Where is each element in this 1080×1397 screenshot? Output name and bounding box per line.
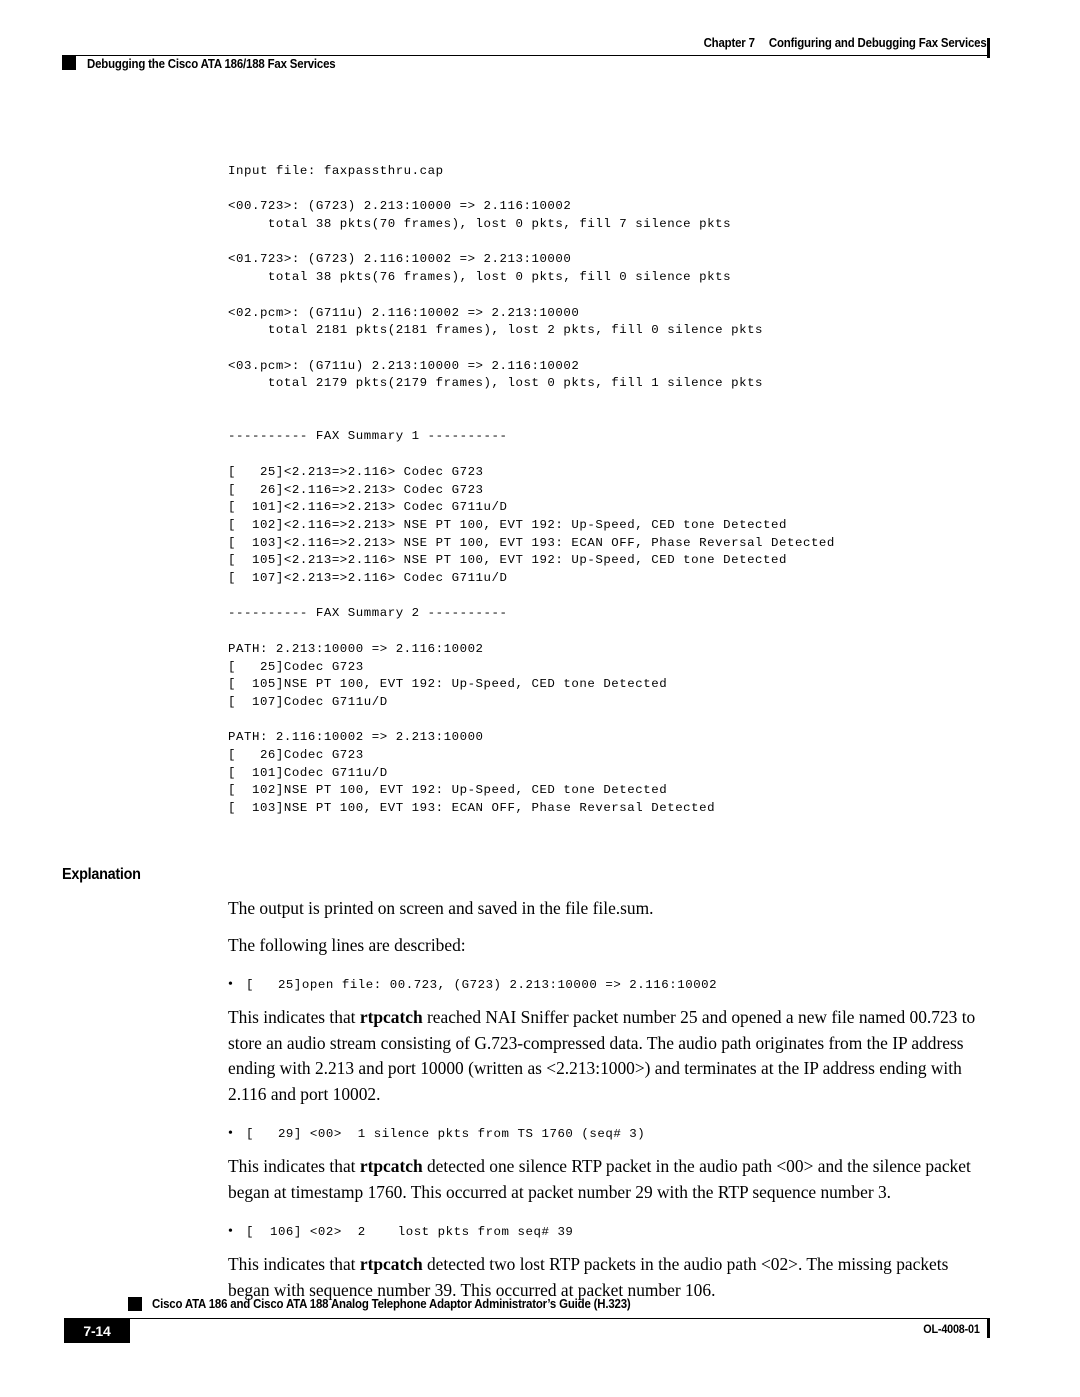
header-chapter-number: Chapter 7 — [704, 35, 756, 50]
header-right-tick — [987, 38, 990, 58]
code-line: [ 107]Codec G711u/D — [228, 694, 388, 709]
code-line: PATH: 2.116:10002 => 2.213:10000 — [228, 730, 484, 745]
explanation-bullet-item: • [ 106] <02> 2 lost pkts from seq# 39 — [228, 1219, 993, 1242]
footer-right-tick — [987, 1318, 990, 1338]
explanation-bullet-code: [ 29] <00> 1 silence pkts from TS 1760 (… — [246, 1127, 646, 1141]
page-footer: Cisco ATA 186 and Cisco ATA 188 Analog T… — [0, 1296, 1080, 1376]
code-line: ---------- FAX Summary 1 ---------- — [228, 429, 508, 444]
code-line: [ 101]Codec G711u/D — [228, 765, 388, 780]
code-line: [ 26]<2.116=>2.213> Codec G723 — [228, 482, 484, 497]
paragraph-text-pre: This indicates that — [228, 1007, 360, 1027]
code-line: total 2179 pkts(2179 frames), lost 0 pkt… — [228, 376, 764, 391]
footer-document-title: Cisco ATA 186 and Cisco ATA 188 Analog T… — [152, 1296, 631, 1311]
code-line: [ 103]NSE PT 100, EVT 193: ECAN OFF, Pha… — [228, 801, 716, 816]
explanation-paragraph: This indicates that rtpcatch reached NAI… — [228, 1005, 993, 1107]
code-line: [ 107]<2.213=>2.116> Codec G711u/D — [228, 571, 508, 586]
bullet-dot-icon: • — [228, 977, 233, 992]
header-running-title: Debugging the Cisco ATA 186/188 Fax Serv… — [87, 56, 336, 71]
explanation-bullet-item: • [ 29] <00> 1 silence pkts from TS 1760 … — [228, 1121, 993, 1144]
page-header: Chapter 7 Configuring and Debugging Fax S… — [0, 0, 1080, 90]
code-line: PATH: 2.213:10000 => 2.116:10002 — [228, 641, 484, 656]
code-line: <02.pcm>: (G711u) 2.116:10002 => 2.213:1… — [228, 305, 580, 320]
code-line: total 38 pkts(70 frames), lost 0 pkts, f… — [228, 217, 732, 232]
code-line: total 2181 pkts(2181 frames), lost 2 pkt… — [228, 323, 764, 338]
code-line: ---------- FAX Summary 2 ---------- — [228, 606, 508, 621]
footer-document-number: OL-4008-01 — [923, 1322, 981, 1336]
code-line: Input file: faxpassthru.cap — [228, 164, 444, 178]
code-output-block: Input file: faxpassthru.cap <00.723>: (G7… — [228, 163, 835, 818]
explanation-body: The output is printed on screen and save… — [228, 896, 993, 1313]
code-line: <00.723>: (G723) 2.213:10000 => 2.116:10… — [228, 199, 572, 214]
code-line: [ 101]<2.116=>2.213> Codec G711u/D — [228, 500, 508, 515]
explanation-intro-line-1: The output is printed on screen and save… — [228, 898, 654, 918]
footer-square-marker-icon — [128, 1297, 142, 1311]
explanation-item-list: • [ 25]open file: 00.723, (G723) 2.213:10… — [228, 972, 993, 1303]
paragraph-bold-term: rtpcatch — [359, 1156, 423, 1176]
header-chapter-line: Chapter 7 Configuring and Debugging Fax S… — [704, 35, 987, 50]
code-line: <03.pcm>: (G711u) 2.213:10000 => 2.116:1… — [228, 358, 580, 373]
code-line: [ 25]Codec G723 — [228, 659, 364, 674]
bullet-dot-icon: • — [228, 1126, 233, 1141]
explanation-bullet-item: • [ 25]open file: 00.723, (G723) 2.213:10… — [228, 972, 993, 995]
footer-page-number: 7-14 — [83, 1323, 111, 1339]
code-line: [ 25]<2.213=>2.116> Codec G723 — [228, 464, 484, 479]
code-line: <01.723>: (G723) 2.116:10002 => 2.213:10… — [228, 252, 572, 267]
bullet-dot-icon: • — [228, 1224, 233, 1239]
paragraph-bold-term: rtpcatch — [359, 1254, 423, 1274]
section-heading-explanation: Explanation — [62, 866, 141, 883]
explanation-paragraph: This indicates that rtpcatch detected on… — [228, 1154, 993, 1205]
code-line: [ 102]NSE PT 100, EVT 192: Up-Speed, CED… — [228, 783, 668, 798]
footer-rule — [92, 1318, 988, 1319]
explanation-bullet-code: [ 106] <02> 2 lost pkts from seq# 39 — [246, 1225, 574, 1239]
explanation-bullet-code: [ 25]open file: 00.723, (G723) 2.213:100… — [246, 978, 718, 992]
code-line: [ 105]NSE PT 100, EVT 192: Up-Speed, CED… — [228, 677, 668, 692]
explanation-intro-line-2: The following lines are described: — [228, 934, 466, 955]
header-chapter-title: Configuring and Debugging Fax Services — [769, 35, 987, 50]
code-line: [ 103]<2.116=>2.213> NSE PT 100, EVT 193… — [228, 535, 835, 550]
paragraph-bold-term: rtpcatch — [359, 1007, 423, 1027]
code-line: [ 26]Codec G723 — [228, 748, 364, 763]
header-square-marker-icon — [62, 56, 76, 70]
paragraph-text-pre: This indicates that — [228, 1254, 360, 1274]
code-line: [ 102]<2.116=>2.213> NSE PT 100, EVT 192… — [228, 517, 787, 532]
code-line: total 38 pkts(76 frames), lost 0 pkts, f… — [228, 270, 732, 285]
code-line: [ 105]<2.213=>2.116> NSE PT 100, EVT 192… — [228, 553, 787, 568]
paragraph-text-pre: This indicates that — [228, 1156, 360, 1176]
